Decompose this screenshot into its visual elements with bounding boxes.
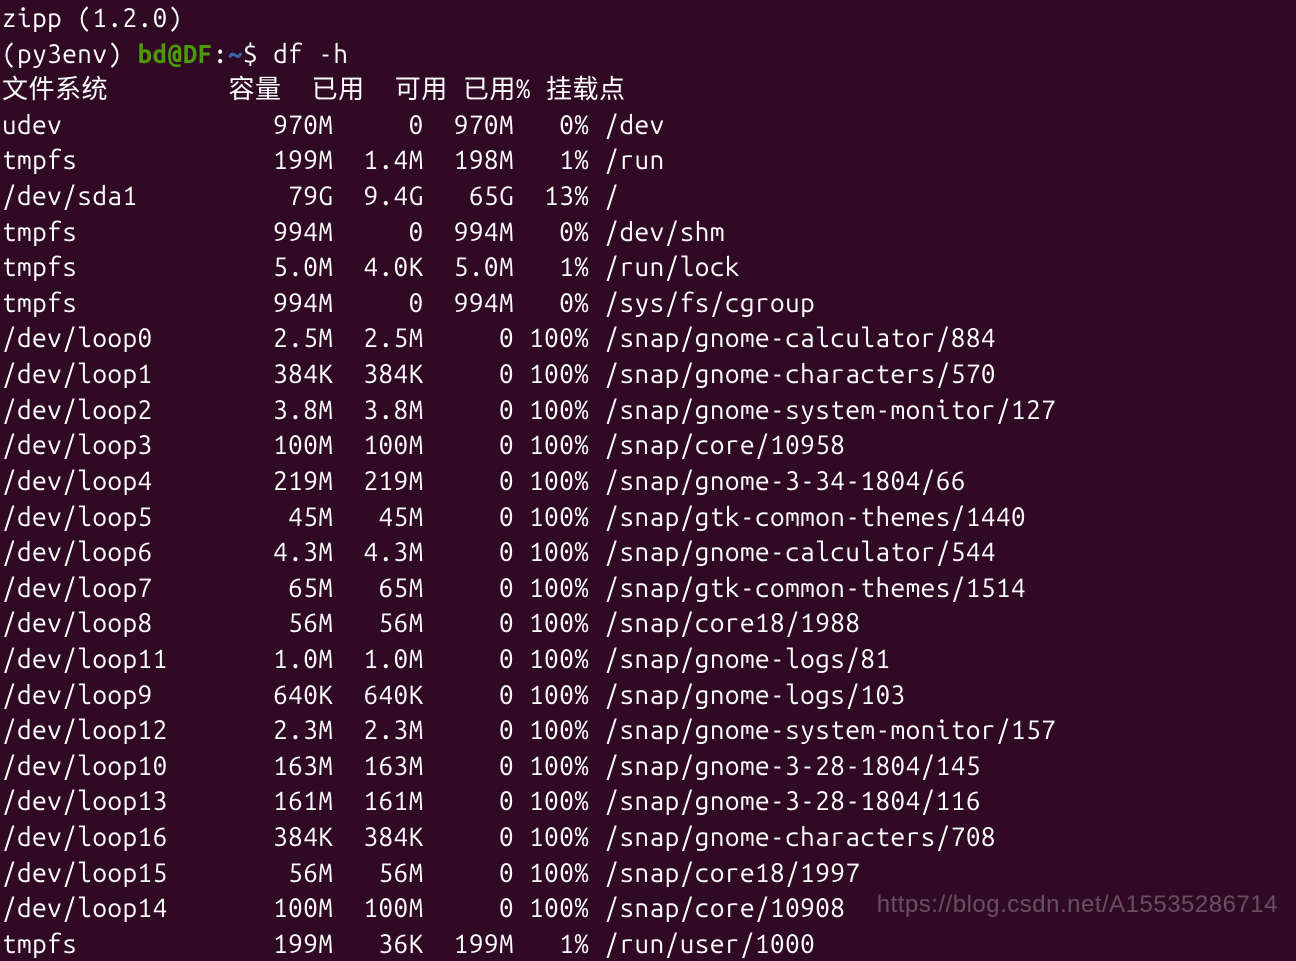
- df-header-row: 文件系统 容量 已用 可用 已用% 挂载点: [2, 74, 626, 103]
- table-row: /dev/loop11 1.0M 1.0M 0 100% /snap/gnome…: [2, 644, 891, 673]
- table-row: /dev/loop6 4.3M 4.3M 0 100% /snap/gnome-…: [2, 537, 996, 566]
- table-row: /dev/loop2 3.8M 3.8M 0 100% /snap/gnome-…: [2, 395, 1056, 424]
- header-usepct: 已用%: [463, 74, 531, 103]
- header-filesystem: 文件系统: [2, 74, 108, 103]
- table-row: /dev/sda1 79G 9.4G 65G 13% /: [2, 181, 619, 210]
- table-row: tmpfs 199M 36K 199M 1% /run/user/1000: [2, 929, 815, 958]
- header-size: 容量: [229, 74, 282, 103]
- table-row: tmpfs 5.0M 4.0K 5.0M 1% /run/lock: [2, 252, 740, 281]
- table-row: /dev/loop3 100M 100M 0 100% /snap/core/1…: [2, 430, 845, 459]
- prompt-path: ~: [228, 39, 243, 68]
- table-row: /dev/loop0 2.5M 2.5M 0 100% /snap/gnome-…: [2, 323, 996, 352]
- table-row: /dev/loop13 161M 161M 0 100% /snap/gnome…: [2, 786, 981, 815]
- table-row: /dev/loop8 56M 56M 0 100% /snap/core18/1…: [2, 608, 860, 637]
- terminal-output[interactable]: zipp (1.2.0) (py3env) bd@DF:~$ df -h 文件系…: [0, 0, 1296, 961]
- command-text: df -h: [273, 39, 348, 68]
- prompt-dollar: $: [243, 39, 273, 68]
- table-row: /dev/loop15 56M 56M 0 100% /snap/core18/…: [2, 858, 860, 887]
- table-row: udev 970M 0 970M 0% /dev: [2, 110, 665, 139]
- prompt-colon: :: [213, 39, 228, 68]
- header-avail: 可用: [395, 74, 448, 103]
- table-row: /dev/loop10 163M 163M 0 100% /snap/gnome…: [2, 751, 981, 780]
- table-row: tmpfs 199M 1.4M 198M 1% /run: [2, 145, 665, 174]
- df-rows: udev 970M 0 970M 0% /dev tmpfs 199M 1.4M…: [2, 107, 1294, 961]
- table-row: tmpfs 994M 0 994M 0% /dev/shm: [2, 217, 725, 246]
- header-mount: 挂载点: [546, 74, 626, 103]
- table-row: /dev/loop9 640K 640K 0 100% /snap/gnome-…: [2, 680, 906, 709]
- table-row: /dev/loop7 65M 65M 0 100% /snap/gtk-comm…: [2, 573, 1026, 602]
- table-row: /dev/loop14 100M 100M 0 100% /snap/core/…: [2, 893, 845, 922]
- table-row: tmpfs 994M 0 994M 0% /sys/fs/cgroup: [2, 288, 815, 317]
- prompt-env: (py3env): [2, 39, 138, 68]
- table-row: /dev/loop12 2.3M 2.3M 0 100% /snap/gnome…: [2, 715, 1056, 744]
- table-row: /dev/loop5 45M 45M 0 100% /snap/gtk-comm…: [2, 502, 1026, 531]
- table-row: /dev/loop4 219M 219M 0 100% /snap/gnome-…: [2, 466, 966, 495]
- table-row: /dev/loop16 384K 384K 0 100% /snap/gnome…: [2, 822, 996, 851]
- table-row: /dev/loop1 384K 384K 0 100% /snap/gnome-…: [2, 359, 996, 388]
- watermark-text: https://blog.csdn.net/A15535286714: [877, 889, 1278, 922]
- header-used: 已用: [312, 74, 365, 103]
- prompt-user-host: bd@DF: [138, 39, 213, 68]
- top-line: zipp (1.2.0): [2, 3, 183, 32]
